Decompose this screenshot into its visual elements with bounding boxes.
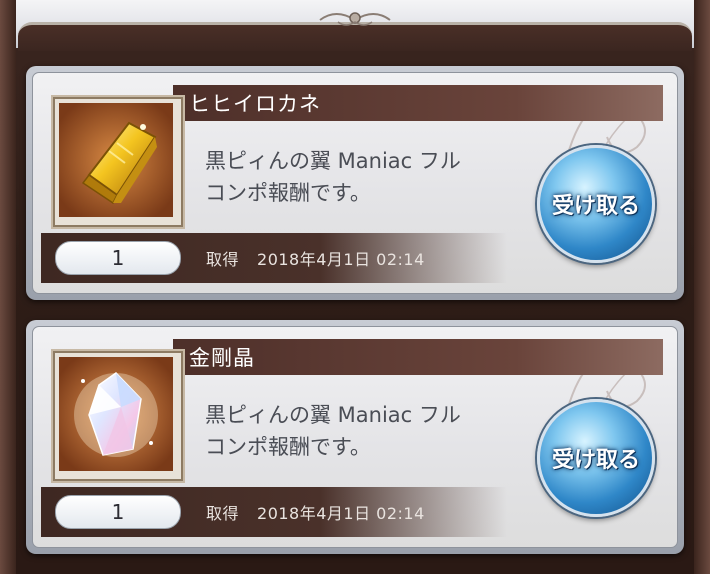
quantity-badge: 1 (55, 495, 181, 529)
reward-description: 黒ピィんの翼 Maniac フル コンポ報酬です。 (205, 399, 535, 463)
reward-card: ヒヒイロカネ 黒ピィんの翼 Maniac フル コンポ報酬です。 1 取得 20… (26, 66, 684, 300)
acquired-date: 2018年4月1日 02:14 (257, 250, 425, 269)
reward-info-bar: 1 取得 2018年4月1日 02:14 (41, 487, 507, 537)
top-frame (0, 0, 710, 51)
reward-title-bar: ヒヒイロカネ (173, 85, 663, 121)
reward-name: 金剛晶 (189, 346, 255, 370)
reward-card: 金剛晶 黒ピィんの翼 Maniac フル コンポ報酬です。 1 取得 2018年… (26, 320, 684, 554)
description-line: コンポ報酬です。 (205, 181, 371, 205)
quantity-badge: 1 (55, 241, 181, 275)
reward-description: 黒ピィんの翼 Maniac フル コンポ報酬です。 (205, 145, 535, 209)
description-line: コンポ報酬です。 (205, 435, 371, 459)
right-frame-post (694, 0, 710, 574)
acquired-label: 取得 (206, 250, 240, 269)
description-line: 黒ピィんの翼 Maniac フル (205, 149, 461, 173)
ornament-icon (319, 12, 391, 26)
receive-button[interactable]: 受け取る (537, 399, 655, 517)
gold-ingot-icon (59, 103, 177, 221)
acquired-info: 取得 2018年4月1日 02:14 (206, 246, 425, 270)
receive-button-label: 受け取る (551, 448, 640, 473)
receive-button-label: 受け取る (551, 194, 640, 219)
reward-name: ヒヒイロカネ (189, 92, 321, 116)
acquired-label: 取得 (206, 504, 240, 523)
acquired-date: 2018年4月1日 02:14 (257, 504, 425, 523)
crystal-icon (59, 357, 177, 475)
acquired-info: 取得 2018年4月1日 02:14 (206, 500, 425, 524)
reward-screen: ヒヒイロカネ 黒ピィんの翼 Maniac フル コンポ報酬です。 1 取得 20… (0, 0, 710, 574)
reward-title-bar: 金剛晶 (173, 339, 663, 375)
receive-button[interactable]: 受け取る (537, 145, 655, 263)
item-frame (51, 349, 185, 483)
reward-card-inner: ヒヒイロカネ 黒ピィんの翼 Maniac フル コンポ報酬です。 1 取得 20… (32, 72, 678, 294)
reward-card-inner: 金剛晶 黒ピィんの翼 Maniac フル コンポ報酬です。 1 取得 2018年… (32, 326, 678, 548)
left-frame-post (0, 0, 16, 574)
description-line: 黒ピィんの翼 Maniac フル (205, 403, 461, 427)
reward-info-bar: 1 取得 2018年4月1日 02:14 (41, 233, 507, 283)
item-frame (51, 95, 185, 229)
